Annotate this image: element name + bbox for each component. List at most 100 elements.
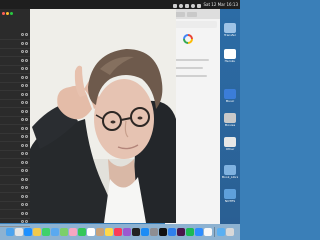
chrome-icon[interactable] bbox=[33, 228, 41, 236]
downloads-icon[interactable] bbox=[217, 228, 225, 236]
list-window[interactable] bbox=[0, 9, 31, 227]
info-icon[interactable] bbox=[25, 118, 28, 121]
info-icon[interactable] bbox=[25, 75, 28, 79]
toggle-icon[interactable] bbox=[21, 41, 24, 45]
content-line bbox=[173, 59, 209, 61]
toggle-icon[interactable] bbox=[21, 126, 24, 130]
toggle-icon[interactable] bbox=[21, 84, 24, 87]
wifi-icon[interactable] bbox=[191, 3, 196, 8]
launchpad-icon[interactable] bbox=[15, 228, 23, 236]
photos-icon[interactable] bbox=[69, 228, 77, 236]
music-icon[interactable] bbox=[114, 228, 122, 236]
battery-icon[interactable] bbox=[185, 3, 190, 8]
toggle-icon[interactable] bbox=[21, 50, 24, 53]
control-center-icon[interactable] bbox=[197, 3, 202, 8]
zoom-button[interactable] bbox=[10, 12, 13, 15]
folder-icon bbox=[224, 137, 236, 147]
terminal-icon[interactable] bbox=[159, 228, 167, 236]
row-controls bbox=[21, 169, 28, 172]
info-icon[interactable] bbox=[25, 41, 28, 45]
info-icon[interactable] bbox=[25, 194, 28, 198]
info-icon[interactable] bbox=[25, 92, 28, 96]
desktop-item[interactable]: NOTES bbox=[222, 189, 238, 203]
tv-icon[interactable] bbox=[132, 228, 140, 236]
toggle-icon[interactable] bbox=[21, 135, 24, 138]
trash-icon[interactable] bbox=[226, 228, 234, 236]
toggle-icon[interactable] bbox=[21, 152, 24, 155]
toggle-icon[interactable] bbox=[21, 169, 24, 172]
info-icon[interactable] bbox=[25, 220, 28, 223]
spotlight-icon[interactable] bbox=[179, 3, 184, 8]
settings-icon[interactable] bbox=[150, 228, 158, 236]
row-controls bbox=[21, 101, 28, 104]
contacts-icon[interactable] bbox=[96, 228, 104, 236]
finder-icon[interactable] bbox=[6, 228, 14, 236]
info-icon[interactable] bbox=[25, 203, 28, 206]
row-controls bbox=[21, 84, 28, 87]
toggle-icon[interactable] bbox=[21, 203, 24, 206]
info-icon[interactable] bbox=[25, 211, 28, 215]
zoom-icon[interactable] bbox=[195, 228, 203, 236]
info-icon[interactable] bbox=[25, 33, 28, 36]
desktop-item[interactable]: Book_Library bbox=[222, 165, 238, 179]
close-button[interactable] bbox=[2, 12, 5, 15]
minimize-button[interactable] bbox=[6, 12, 9, 15]
calendar-icon[interactable] bbox=[87, 228, 95, 236]
desktop-item-label: Movies bbox=[224, 123, 236, 127]
info-icon[interactable] bbox=[25, 67, 28, 70]
info-icon[interactable] bbox=[25, 50, 28, 53]
desktop-item[interactable]: Transfer bbox=[222, 23, 238, 37]
toggle-icon[interactable] bbox=[21, 75, 24, 79]
info-icon[interactable] bbox=[25, 126, 28, 130]
toggle-icon[interactable] bbox=[21, 160, 24, 164]
toggle-icon[interactable] bbox=[21, 186, 24, 189]
mail-icon[interactable] bbox=[51, 228, 59, 236]
info-icon[interactable] bbox=[25, 101, 28, 104]
toggle-icon[interactable] bbox=[21, 58, 24, 62]
messages-icon[interactable] bbox=[42, 228, 50, 236]
toggle-icon[interactable] bbox=[21, 109, 24, 113]
spotify-icon[interactable] bbox=[186, 228, 194, 236]
toggle-icon[interactable] bbox=[21, 92, 24, 96]
content-line bbox=[173, 67, 203, 69]
info-icon[interactable] bbox=[25, 152, 28, 155]
toggle-icon[interactable] bbox=[21, 211, 24, 215]
podcasts-icon[interactable] bbox=[123, 228, 131, 236]
toggle-icon[interactable] bbox=[21, 220, 24, 223]
safari-icon[interactable] bbox=[24, 228, 32, 236]
info-icon[interactable] bbox=[25, 160, 28, 164]
info-icon[interactable] bbox=[25, 169, 28, 172]
toggle-icon[interactable] bbox=[21, 33, 24, 36]
photo-viewer-window[interactable] bbox=[30, 9, 176, 223]
info-icon[interactable] bbox=[25, 186, 28, 189]
desktop-item[interactable]: Other bbox=[222, 137, 238, 151]
desktop-item[interactable]: Movies bbox=[222, 113, 238, 127]
info-icon[interactable] bbox=[25, 135, 28, 138]
desktop-item[interactable]: Music bbox=[222, 89, 238, 103]
toggle-icon[interactable] bbox=[21, 143, 24, 147]
row-controls bbox=[21, 92, 28, 96]
toggle-icon[interactable] bbox=[21, 67, 24, 70]
facetime-icon[interactable] bbox=[78, 228, 86, 236]
menu-clock[interactable]: Sat 12 Mar 16:13 bbox=[203, 0, 238, 9]
notes-icon[interactable] bbox=[105, 228, 113, 236]
preview-icon[interactable] bbox=[204, 228, 212, 236]
vscode-icon[interactable] bbox=[168, 228, 176, 236]
slack-icon[interactable] bbox=[177, 228, 185, 236]
info-icon[interactable] bbox=[25, 84, 28, 87]
dropbox-icon[interactable] bbox=[173, 3, 178, 8]
dock bbox=[0, 224, 240, 240]
toggle-icon[interactable] bbox=[21, 118, 24, 121]
info-icon[interactable] bbox=[25, 58, 28, 62]
info-icon[interactable] bbox=[25, 177, 28, 181]
info-icon[interactable] bbox=[25, 143, 28, 147]
appstore-icon[interactable] bbox=[141, 228, 149, 236]
toggle-icon[interactable] bbox=[21, 194, 24, 198]
toggle-icon[interactable] bbox=[21, 177, 24, 181]
desktop-item[interactable]: Heroku bbox=[222, 49, 238, 63]
info-icon[interactable] bbox=[25, 109, 28, 113]
browser-tab[interactable] bbox=[187, 11, 197, 17]
toggle-icon[interactable] bbox=[21, 101, 24, 104]
browser-tab[interactable] bbox=[175, 11, 185, 17]
maps-icon[interactable] bbox=[60, 228, 68, 236]
